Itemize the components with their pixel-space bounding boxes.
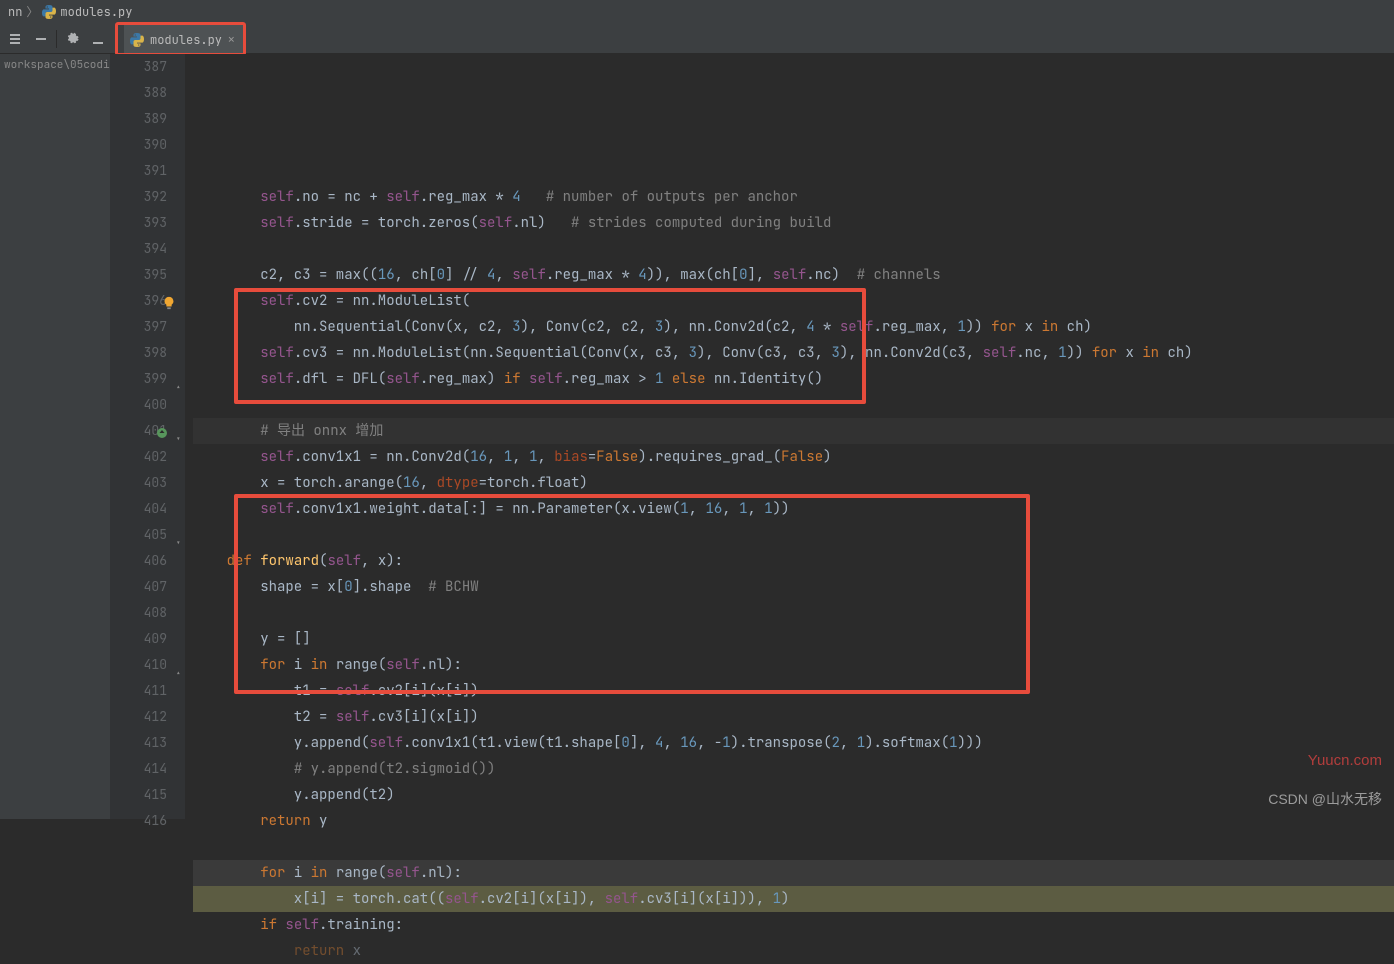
code-line[interactable]: y.append(t2) xyxy=(193,782,1394,808)
line-number[interactable]: 389 xyxy=(110,106,167,132)
minimize-button[interactable] xyxy=(85,26,111,52)
breadcrumb-separator: 〉 xyxy=(26,0,38,24)
breadcrumb: nn 〉 modules.py xyxy=(0,0,1394,24)
code-line[interactable] xyxy=(193,522,1394,548)
fold-toggle-icon[interactable]: ▾ xyxy=(176,426,181,452)
fold-toggle-icon[interactable]: ▴ xyxy=(176,374,181,400)
project-tool-window[interactable]: workspace\05codin xyxy=(0,54,110,819)
code-line[interactable]: c2, c3 = max((16, ch[0] // 4, self.reg_m… xyxy=(193,262,1394,288)
code-line[interactable]: self.cv3 = nn.ModuleList(nn.Sequential(C… xyxy=(193,340,1394,366)
code-line[interactable]: self.dfl = DFL(self.reg_max) if self.reg… xyxy=(193,366,1394,392)
line-number[interactable]: 416 xyxy=(110,808,167,834)
code-line[interactable]: x[i] = torch.cat((self.cv2[i](x[i]), sel… xyxy=(193,886,1394,912)
project-path-label: workspace\05codin xyxy=(4,58,110,72)
line-number[interactable]: 395 xyxy=(110,262,167,288)
line-number[interactable]: 409 xyxy=(110,626,167,652)
line-number[interactable]: 402 xyxy=(110,444,167,470)
line-number[interactable]: 414 xyxy=(110,756,167,782)
code-area[interactable]: self.no = nc + self.reg_max * 4 # number… xyxy=(185,54,1394,819)
line-number[interactable]: 412 xyxy=(110,704,167,730)
code-line[interactable]: return y xyxy=(193,808,1394,834)
code-line[interactable] xyxy=(193,392,1394,418)
line-number[interactable]: 396 xyxy=(110,288,167,314)
code-line[interactable]: def forward(self, x): xyxy=(193,548,1394,574)
line-number[interactable]: 415 xyxy=(110,782,167,808)
line-number[interactable]: 388 xyxy=(110,80,167,106)
collapse-button[interactable] xyxy=(28,26,54,52)
close-tab-icon[interactable]: ✕ xyxy=(228,33,235,47)
code-line[interactable]: for i in range(self.nl): xyxy=(193,860,1394,886)
code-line[interactable]: return x xyxy=(193,938,1394,964)
code-line[interactable]: if self.training: xyxy=(193,912,1394,938)
code-line[interactable] xyxy=(193,600,1394,626)
line-number[interactable]: 394 xyxy=(110,236,167,262)
fold-toggle-icon[interactable]: ▴ xyxy=(176,660,181,686)
code-line[interactable]: # y.append(t2.sigmoid()) xyxy=(193,756,1394,782)
line-number[interactable]: 387 xyxy=(110,54,167,80)
code-line[interactable]: self.stride = torch.zeros(self.nl) # str… xyxy=(193,210,1394,236)
hide-tool-window-button[interactable] xyxy=(2,26,28,52)
toolbar: modules.py ✕ xyxy=(0,24,1394,54)
python-file-icon xyxy=(42,5,56,19)
breadcrumb-file[interactable]: modules.py xyxy=(60,0,132,24)
line-number[interactable]: 411 xyxy=(110,678,167,704)
line-number[interactable]: 413 xyxy=(110,730,167,756)
toolbar-separator xyxy=(56,30,57,48)
file-tab[interactable]: modules.py ✕ xyxy=(124,25,243,53)
breadcrumb-folder[interactable]: nn xyxy=(8,0,22,24)
settings-gear-icon[interactable] xyxy=(59,26,85,52)
code-line[interactable]: t1 = self.cv2[i](x[i]) xyxy=(193,678,1394,704)
tab-label: modules.py xyxy=(150,32,222,48)
line-number-gutter[interactable]: 387388389390391392393394395396397398399▴… xyxy=(110,54,185,819)
line-number[interactable]: 390 xyxy=(110,132,167,158)
code-line[interactable]: y.append(self.conv1x1(t1.view(t1.shape[0… xyxy=(193,730,1394,756)
code-line[interactable]: x = torch.arange(16, dtype=torch.float) xyxy=(193,470,1394,496)
code-line[interactable]: self.cv2 = nn.ModuleList( xyxy=(193,288,1394,314)
line-number[interactable]: 408 xyxy=(110,600,167,626)
line-number[interactable]: 407 xyxy=(110,574,167,600)
code-line[interactable]: # 导出 onnx 增加 xyxy=(193,418,1394,444)
tab-highlight-box: modules.py ✕ xyxy=(115,22,246,56)
fold-toggle-icon[interactable]: ▾ xyxy=(176,530,181,556)
code-line[interactable]: nn.Sequential(Conv(x, c2, 3), Conv(c2, c… xyxy=(193,314,1394,340)
line-number[interactable]: 410▴ xyxy=(110,652,167,678)
line-number[interactable]: 399▴ xyxy=(110,366,167,392)
python-file-icon xyxy=(130,33,144,47)
line-number[interactable]: 397 xyxy=(110,314,167,340)
line-number[interactable]: 392 xyxy=(110,184,167,210)
line-number[interactable]: 393 xyxy=(110,210,167,236)
code-editor[interactable]: workspace\05codin 3873883893903913923933… xyxy=(0,54,1394,819)
code-line[interactable]: self.no = nc + self.reg_max * 4 # number… xyxy=(193,184,1394,210)
code-line[interactable] xyxy=(193,834,1394,860)
line-number[interactable]: 400 xyxy=(110,392,167,418)
line-number[interactable]: 403 xyxy=(110,470,167,496)
code-line[interactable]: y = [] xyxy=(193,626,1394,652)
code-line[interactable]: t2 = self.cv3[i](x[i]) xyxy=(193,704,1394,730)
code-line[interactable]: for i in range(self.nl): xyxy=(193,652,1394,678)
line-number[interactable]: 406 xyxy=(110,548,167,574)
code-line[interactable] xyxy=(193,236,1394,262)
watermark-yuucn: Yuucn.com xyxy=(1308,752,1382,769)
line-number[interactable]: 404 xyxy=(110,496,167,522)
line-number[interactable]: 405▾ xyxy=(110,522,167,548)
code-line[interactable]: shape = x[0].shape # BCHW xyxy=(193,574,1394,600)
line-number[interactable]: 391 xyxy=(110,158,167,184)
watermark-csdn: CSDN @山水无移 xyxy=(1268,789,1382,809)
line-number[interactable]: 398 xyxy=(110,340,167,366)
code-line[interactable]: self.conv1x1 = nn.Conv2d(16, 1, 1, bias=… xyxy=(193,444,1394,470)
code-line[interactable]: self.conv1x1.weight.data[:] = nn.Paramet… xyxy=(193,496,1394,522)
line-number[interactable]: 401▾ xyxy=(110,418,167,444)
